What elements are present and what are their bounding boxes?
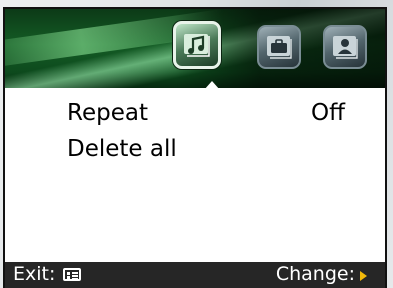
menu-item-label: Delete all [67,136,177,162]
change-softkey-label: Change: [275,263,355,285]
settings-list: Repeat Off Delete all [5,88,385,262]
menu-item-delete-all[interactable]: Delete all [67,132,345,166]
phone-screen: Repeat Off Delete all Exit: Change: [3,7,387,288]
menu-item-value: Off [311,100,345,126]
menu-item-label: Repeat [67,100,148,126]
music-notes-icon [184,34,210,57]
briefcase-icon [267,36,292,59]
tab-tools[interactable] [257,25,301,69]
menu-item-repeat[interactable]: Repeat Off [67,96,345,130]
exit-softkey-label: Exit: [13,263,56,285]
change-softkey[interactable]: Change: [276,263,367,285]
arrow-right-icon [360,271,367,281]
exit-softkey[interactable]: Exit: [13,263,82,285]
header-tab-bar [5,9,385,88]
menu-key-icon [63,267,82,281]
tab-music[interactable] [173,21,221,69]
device-background: Repeat Off Delete all Exit: Change: [0,0,393,288]
softkey-bar: Exit: Change: [5,262,385,288]
active-tab-pointer [204,81,220,88]
person-icon [333,36,358,59]
tab-profile[interactable] [323,25,367,69]
